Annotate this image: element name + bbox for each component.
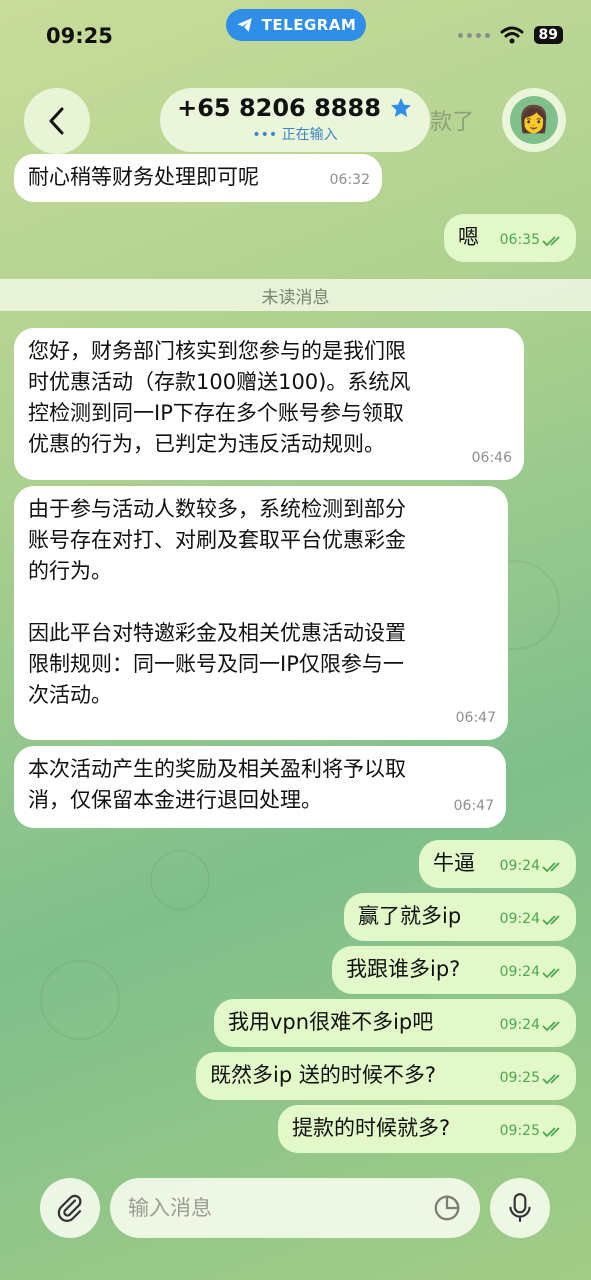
signal-icon — [457, 32, 490, 38]
message-meta: 09:24 — [500, 851, 564, 882]
message-text: 本次活动产生的奖励及相关盈利将予以取 消，仅保留本金进行退回处理。 — [28, 757, 406, 812]
wifi-icon — [500, 26, 524, 44]
telegram-icon — [237, 18, 252, 32]
message-text: 您好，财务部门核实到您参与的是我们限 时优惠活动（存款100赠送100)。系统风… — [28, 339, 411, 456]
message-bubble-outgoing[interactable]: 赢了就多ip 09:24 — [344, 893, 576, 941]
message-time: 06:35 — [499, 232, 540, 248]
message-time: 09:25 — [499, 1123, 540, 1139]
double-check-icon — [542, 1126, 560, 1137]
message-meta: 09:24 — [500, 904, 564, 935]
message-time: 09:25 — [499, 1070, 540, 1086]
message-time: 09:24 — [499, 1017, 540, 1033]
message-input[interactable] — [128, 1196, 432, 1220]
double-check-icon — [542, 235, 560, 246]
message-time: 09:24 — [499, 858, 540, 874]
status-bar: 09:25 TELEGRAM 89 — [0, 0, 591, 70]
message-meta: 09:24 — [500, 957, 564, 988]
battery-indicator: 89 — [533, 26, 563, 44]
microphone-icon — [509, 1193, 531, 1222]
message-text: 由于参与活动人数较多，系统检测到部分 账号存在对打、对刷及套取平台优惠彩金 的行… — [28, 497, 406, 707]
message-bubble-outgoing[interactable]: 我跟谁多ip? 09:24 — [332, 946, 576, 994]
message-time: 06:47 — [453, 798, 494, 814]
message-bubble-outgoing[interactable]: 我用vpn很难不多ip吧 09:24 — [214, 999, 576, 1047]
message-bubble-incoming[interactable]: 本次活动产生的奖励及相关盈利将予以取 消，仅保留本金进行退回处理。 06:47 — [14, 746, 506, 828]
background-ghost-text: 款了 — [430, 110, 475, 135]
unread-divider: 未读消息 — [0, 279, 591, 311]
double-check-icon — [542, 967, 560, 978]
message-meta: 09:24 — [500, 1010, 564, 1041]
double-check-icon — [542, 1073, 560, 1084]
message-bubble-incoming[interactable]: 您好，财务部门核实到您参与的是我们限 时优惠活动（存款100赠送100)。系统风… — [14, 328, 524, 480]
message-bubble-outgoing[interactable]: 既然多ip 送的时候不多? 09:25 — [196, 1052, 576, 1100]
double-check-icon — [542, 1020, 560, 1031]
message-time: 09:24 — [499, 911, 540, 927]
paperclip-icon — [57, 1194, 82, 1222]
message-meta: 06:35 — [500, 225, 564, 256]
double-check-icon — [542, 914, 560, 925]
message-time: 09:24 — [499, 964, 540, 980]
telegram-pill[interactable]: TELEGRAM — [226, 9, 366, 41]
message-time: 06:32 — [329, 172, 370, 188]
wallpaper-doodle — [150, 850, 210, 910]
message-input-container[interactable] — [110, 1178, 480, 1238]
message-text: 耐心稍等财务处理即可呢 — [28, 165, 259, 189]
status-time: 09:25 — [46, 24, 113, 48]
message-time: 06:47 — [455, 710, 496, 726]
avatar[interactable]: 👩 — [502, 88, 566, 152]
message-bubble-incoming[interactable]: 由于参与活动人数较多，系统检测到部分 账号存在对打、对刷及套取平台优惠彩金 的行… — [14, 486, 508, 740]
typing-status: ••• 正在输入 — [252, 127, 338, 143]
message-bubble-incoming[interactable]: 耐心稍等财务处理即可呢 06:32 — [14, 154, 382, 202]
attach-button[interactable] — [40, 1178, 100, 1238]
back-button[interactable] — [24, 88, 90, 154]
message-bubble-outgoing[interactable]: 牛逼 09:24 — [419, 840, 576, 888]
chevron-left-icon — [49, 107, 64, 135]
microphone-button[interactable] — [490, 1178, 550, 1238]
sticker-icon[interactable] — [432, 1193, 462, 1223]
contact-name: +65 8206 8888 — [177, 94, 381, 122]
double-check-icon — [542, 861, 560, 872]
star-icon — [390, 98, 411, 117]
telegram-pill-label: TELEGRAM — [261, 16, 357, 34]
wallpaper-doodle — [40, 960, 120, 1040]
message-meta: 09:25 — [500, 1063, 564, 1094]
message-meta: 09:25 — [500, 1116, 564, 1147]
message-time: 06:46 — [471, 450, 512, 466]
message-bubble-outgoing[interactable]: 嗯 06:35 — [444, 214, 576, 262]
message-bubble-outgoing[interactable]: 提款的时候就多? 09:25 — [278, 1105, 576, 1153]
avatar-emoji-icon: 👩 — [510, 96, 558, 144]
chat-title[interactable]: +65 8206 8888 ••• 正在输入 — [160, 88, 430, 152]
